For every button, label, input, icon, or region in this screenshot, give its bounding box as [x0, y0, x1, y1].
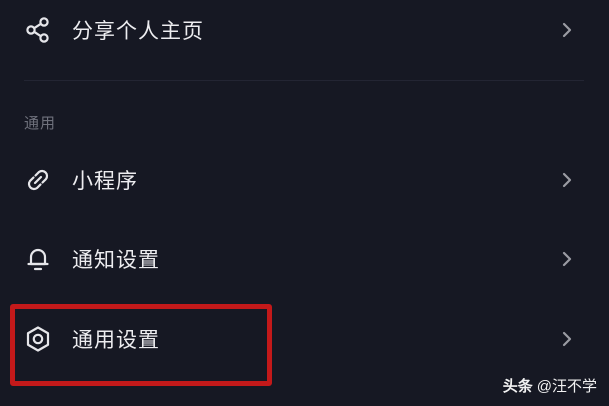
- chevron-right-icon: [559, 169, 575, 191]
- section-label-general: 通用: [24, 114, 57, 132]
- watermark: 头条 @汪不学: [503, 375, 597, 396]
- chevron-right-icon: [559, 248, 575, 270]
- chevron-right-icon: [559, 19, 575, 41]
- menu-item-mini-program[interactable]: 小程序: [0, 150, 609, 210]
- chevron-right-icon: [559, 328, 575, 350]
- watermark-author: @汪不学: [536, 378, 597, 395]
- watermark-brand: 头条: [502, 378, 533, 395]
- highlight-box: [10, 304, 272, 386]
- menu-item-notification-settings[interactable]: 通知设置: [0, 229, 609, 289]
- menu-item-label: 通知设置: [72, 248, 160, 272]
- bell-icon: [22, 243, 54, 275]
- menu-item-label: 小程序: [72, 169, 138, 193]
- share-icon: [22, 14, 54, 46]
- menu-item-label: 分享个人主页: [72, 19, 204, 43]
- divider: [24, 80, 584, 81]
- menu-item-share-profile[interactable]: 分享个人主页: [0, 0, 609, 60]
- link-icon: [22, 164, 54, 196]
